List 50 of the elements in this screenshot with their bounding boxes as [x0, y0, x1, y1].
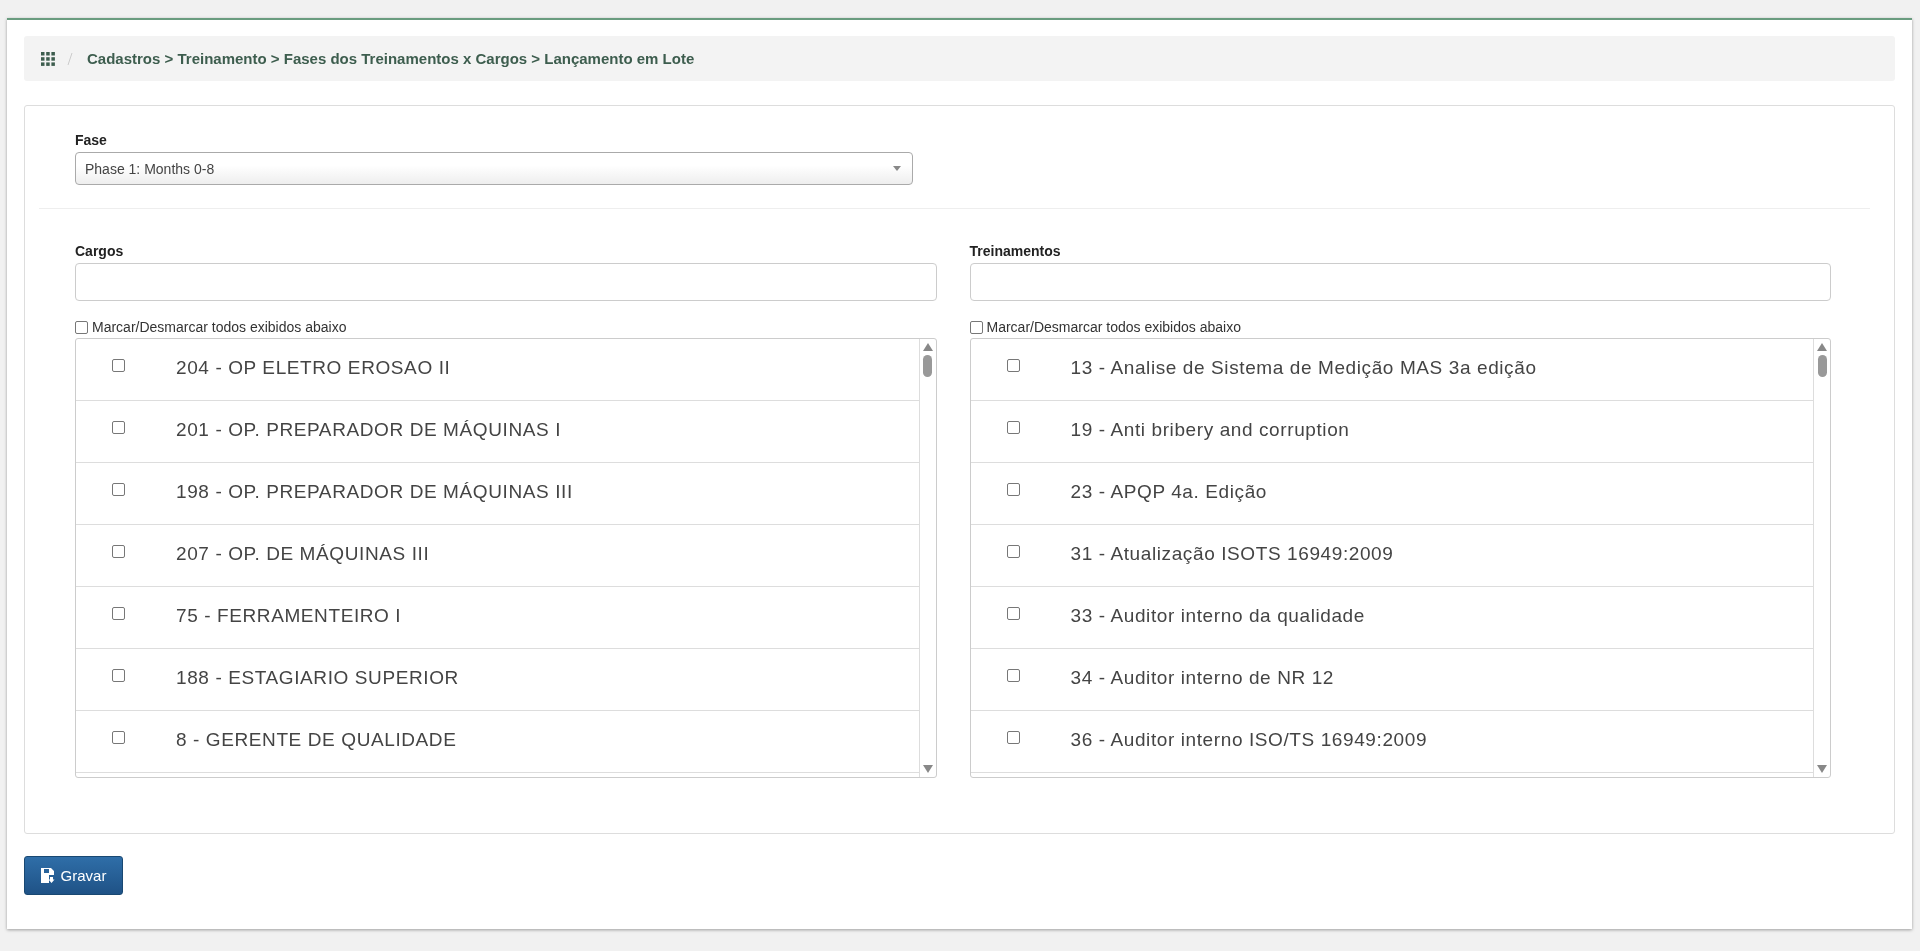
checkbox[interactable] — [112, 483, 125, 496]
list-item-label: 207 - OP. DE MÁQUINAS III — [176, 543, 430, 565]
field-label: Cargos — [75, 243, 125, 259]
filter-input[interactable] — [75, 263, 937, 301]
save-button[interactable]: Gravar — [24, 856, 123, 895]
checkbox[interactable] — [1006, 669, 1020, 682]
checkbox-label: Marcar/Desmarcar todos exibidos abaixo — [986, 319, 1241, 335]
checkbox[interactable] — [112, 359, 125, 372]
checkbox[interactable] — [1006, 359, 1020, 372]
list-item-label: 198 - OP. PREPARADOR DE MÁQUINAS III — [176, 481, 573, 503]
checkbox[interactable] — [1006, 731, 1020, 744]
filter-input[interactable] — [969, 263, 1831, 301]
list-item-label: 23 - APQP 4a. Edição — [1070, 481, 1267, 503]
phase-select[interactable]: Phase 1: Months 0-8 — [75, 152, 913, 185]
list-item-label: 34 - Auditor interno de NR 12 — [1070, 667, 1334, 689]
checkbox-label: Marcar/Desmarcar todos exibidos abaixo — [92, 319, 347, 335]
list-item-label: 36 - Auditor interno ISO/TS 16949:2009 — [1070, 729, 1428, 751]
list-item-label: 188 - ESTAGIARIO SUPERIOR — [176, 667, 459, 689]
caret-icon — [893, 166, 901, 171]
list-item-label: 13 - Analise de Sistema de Medição MAS 3a edição — [1070, 357, 1537, 379]
list-item-label: 201 - OP. PREPARADOR DE MÁQUINAS I — [176, 419, 562, 441]
checkbox[interactable] — [112, 421, 125, 434]
list-item-label: 19 - Anti bribery and corruption — [1070, 419, 1350, 441]
checkbox[interactable] — [969, 320, 983, 334]
separator-icon — [67, 51, 73, 66]
checkbox[interactable] — [1006, 545, 1020, 558]
checkbox[interactable] — [75, 320, 88, 334]
field-label: Fase — [75, 132, 108, 148]
list-item-label: 75 - FERRAMENTEIRO I — [176, 605, 402, 627]
list-item-label: 33 - Auditor interno da qualidade — [1070, 605, 1365, 627]
checkbox[interactable] — [112, 607, 125, 620]
scrollbar-thumb[interactable] — [923, 355, 932, 377]
list-item-label: 204 - OP ELETRO EROSAO II — [176, 357, 451, 379]
scrollbar-thumb[interactable] — [1817, 355, 1827, 377]
checkbox[interactable] — [112, 731, 125, 744]
checkbox[interactable] — [1006, 607, 1020, 620]
scroll-up-icon[interactable] — [922, 343, 933, 351]
scroll-down-icon[interactable] — [1817, 765, 1827, 773]
checkbox[interactable] — [112, 545, 125, 558]
save-icon — [40, 868, 55, 883]
scroll-down-icon[interactable] — [922, 765, 933, 773]
apps-grid-icon[interactable] — [41, 51, 55, 66]
field-label: Treinamentos — [969, 243, 1062, 259]
breadcrumb-text: Cadastros > Treinamento > Fases dos Treinamentos x Cargos > Lançamento em Lote — [87, 50, 695, 67]
checkbox[interactable] — [1006, 483, 1020, 496]
checkbox[interactable] — [1006, 421, 1020, 434]
list-item-label: 31 - Atualização ISOTS 16949:2009 — [1070, 543, 1394, 565]
list-item-label: 8 - GERENTE DE QUALIDADE — [176, 729, 457, 751]
checkbox[interactable] — [112, 669, 125, 682]
scroll-up-icon[interactable] — [1817, 343, 1827, 351]
